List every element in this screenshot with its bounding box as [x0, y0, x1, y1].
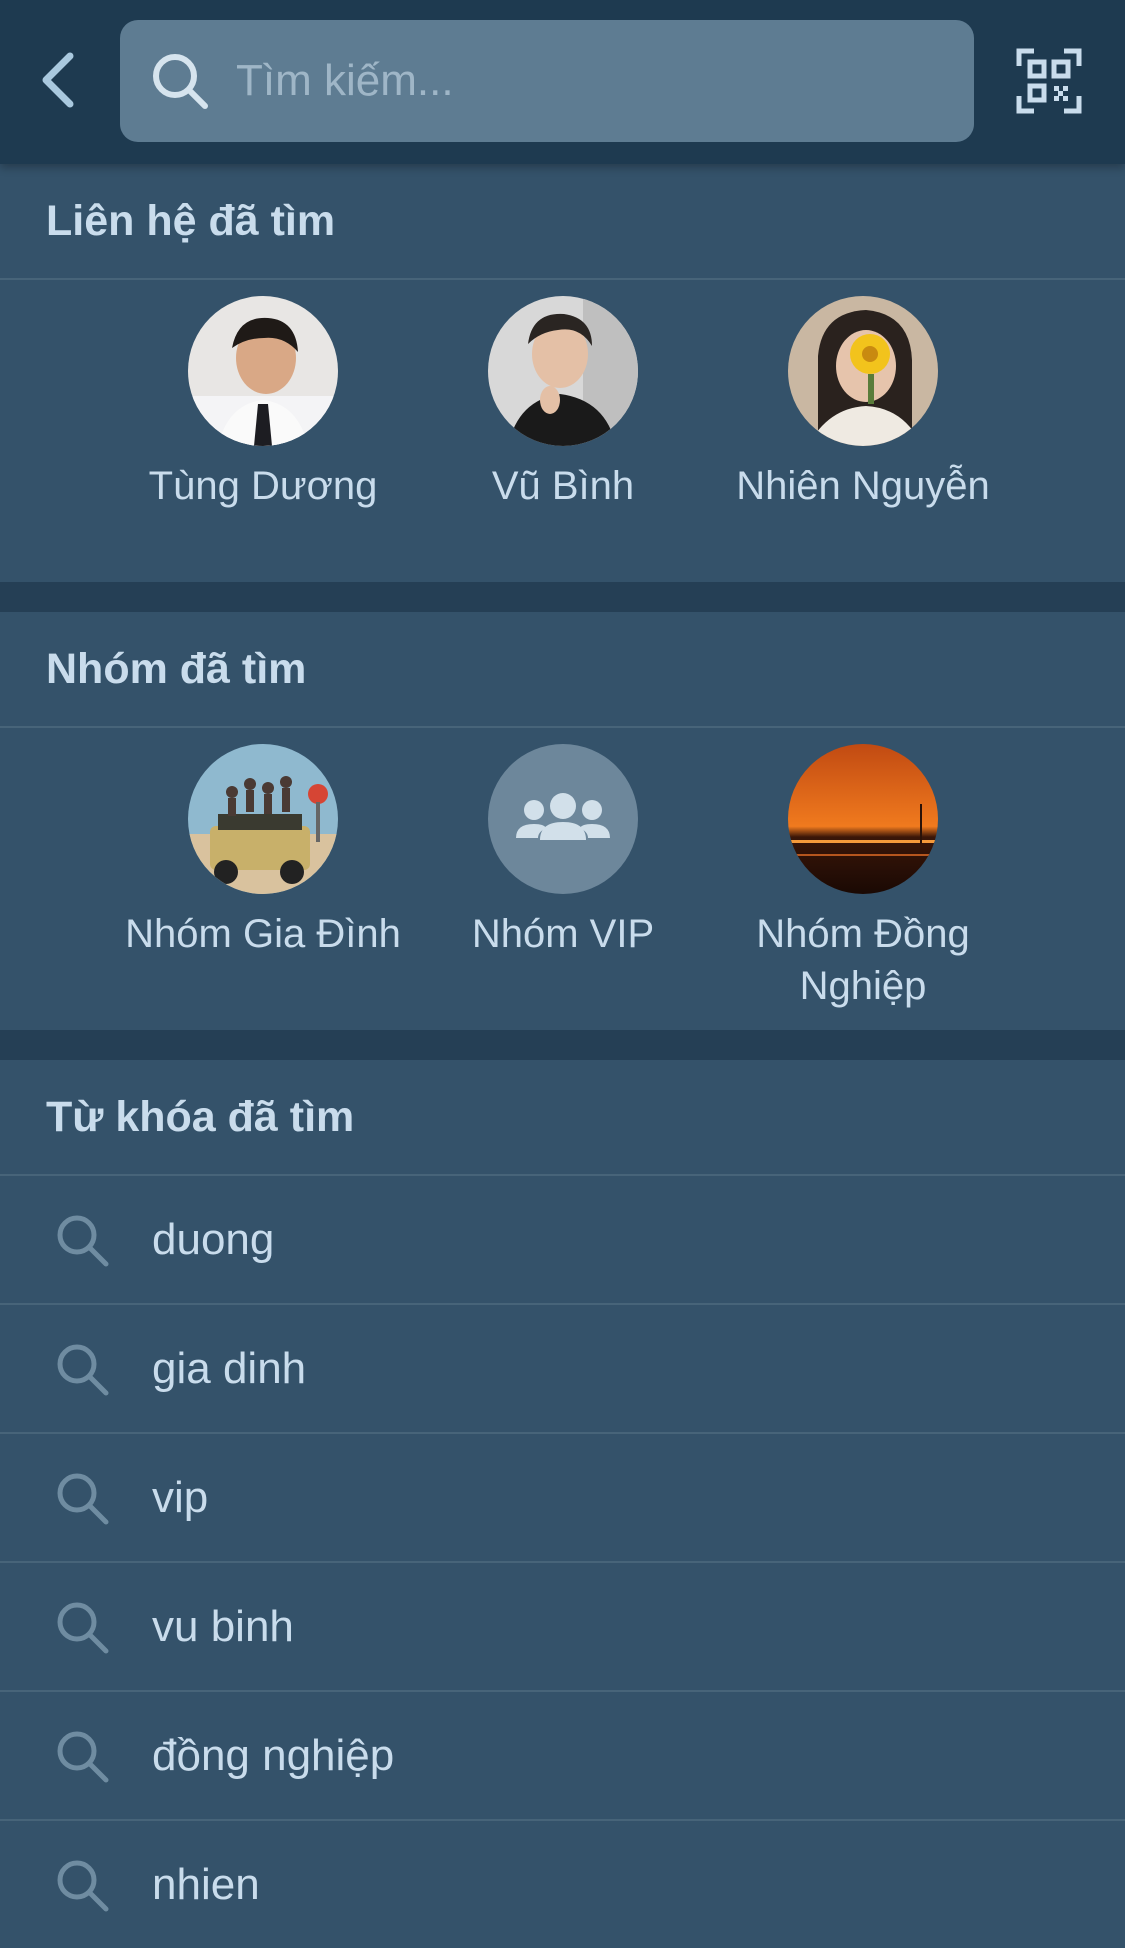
group-tile[interactable]: Nhóm VIP: [413, 744, 713, 960]
groups-section-title: Nhóm đã tìm: [46, 644, 307, 693]
group-name: Nhóm Đồng Nghiệp: [756, 912, 970, 1008]
avatar: [188, 744, 338, 894]
search-icon: [52, 1855, 112, 1915]
group-tile[interactable]: Nhóm Đồng Nghiệp: [713, 744, 1013, 1012]
group-tile[interactable]: Nhóm Gia Đình: [113, 744, 413, 960]
avatar: [488, 744, 638, 894]
keyword-row[interactable]: duong: [0, 1174, 1125, 1303]
search-icon: [52, 1468, 112, 1528]
keyword-row[interactable]: đồng nghiệp: [0, 1690, 1125, 1819]
recent-groups-list: Nhóm Gia Đình Nhóm VIP Nhóm Đồng Nghiệp: [0, 728, 1125, 1028]
keyword-text: vip: [152, 1472, 209, 1522]
contact-name: Nhiên Nguyễn: [736, 464, 990, 508]
contacts-section-header: Liên hệ đã tìm: [0, 164, 1125, 280]
search-icon: [52, 1597, 112, 1657]
group-name: Nhóm VIP: [471, 912, 655, 956]
keyword-row[interactable]: nhien: [0, 1819, 1125, 1948]
contact-tile[interactable]: Vũ Bình: [413, 296, 713, 512]
keyword-text: vu binh: [152, 1601, 294, 1651]
recent-contacts-list: Tùng Dương Vũ Bình Nhiên Nguyễn: [0, 280, 1125, 580]
keyword-row[interactable]: vip: [0, 1432, 1125, 1561]
search-input[interactable]: [234, 55, 938, 107]
search-icon: [52, 1726, 112, 1786]
section-divider: [0, 582, 1125, 612]
keyword-row[interactable]: gia dinh: [0, 1303, 1125, 1432]
keywords-section-header: Từ khóa đã tìm: [0, 1060, 1125, 1174]
keyword-text: đồng nghiệp: [152, 1730, 395, 1780]
back-button[interactable]: [28, 42, 88, 118]
keyword-row[interactable]: vu binh: [0, 1561, 1125, 1690]
keyword-text: nhien: [152, 1859, 260, 1909]
groups-section-header: Nhóm đã tìm: [0, 612, 1125, 728]
search-icon: [148, 49, 212, 113]
contacts-section-title: Liên hệ đã tìm: [46, 196, 336, 245]
keywords-section-title: Từ khóa đã tìm: [46, 1092, 355, 1141]
contact-tile[interactable]: Nhiên Nguyễn: [713, 296, 1013, 512]
contact-tile[interactable]: Tùng Dương: [113, 296, 413, 512]
chevron-left-icon: [42, 52, 74, 108]
avatar: [788, 744, 938, 894]
contact-name: Tùng Dương: [148, 464, 378, 508]
search-field[interactable]: [120, 20, 974, 142]
avatar: [488, 296, 638, 446]
search-icon: [52, 1210, 112, 1270]
search-icon: [52, 1339, 112, 1399]
group-icon: [516, 793, 610, 840]
contact-name: Vũ Bình: [491, 464, 635, 508]
avatar: [788, 296, 938, 446]
qr-scan-button[interactable]: [1016, 48, 1082, 114]
keyword-text: gia dinh: [152, 1343, 307, 1393]
group-name: Nhóm Gia Đình: [125, 912, 401, 956]
qr-code-icon: [1016, 48, 1082, 114]
section-divider: [0, 1030, 1125, 1060]
keyword-text: duong: [152, 1214, 275, 1264]
avatar: [188, 296, 338, 446]
top-bar: [0, 0, 1125, 164]
